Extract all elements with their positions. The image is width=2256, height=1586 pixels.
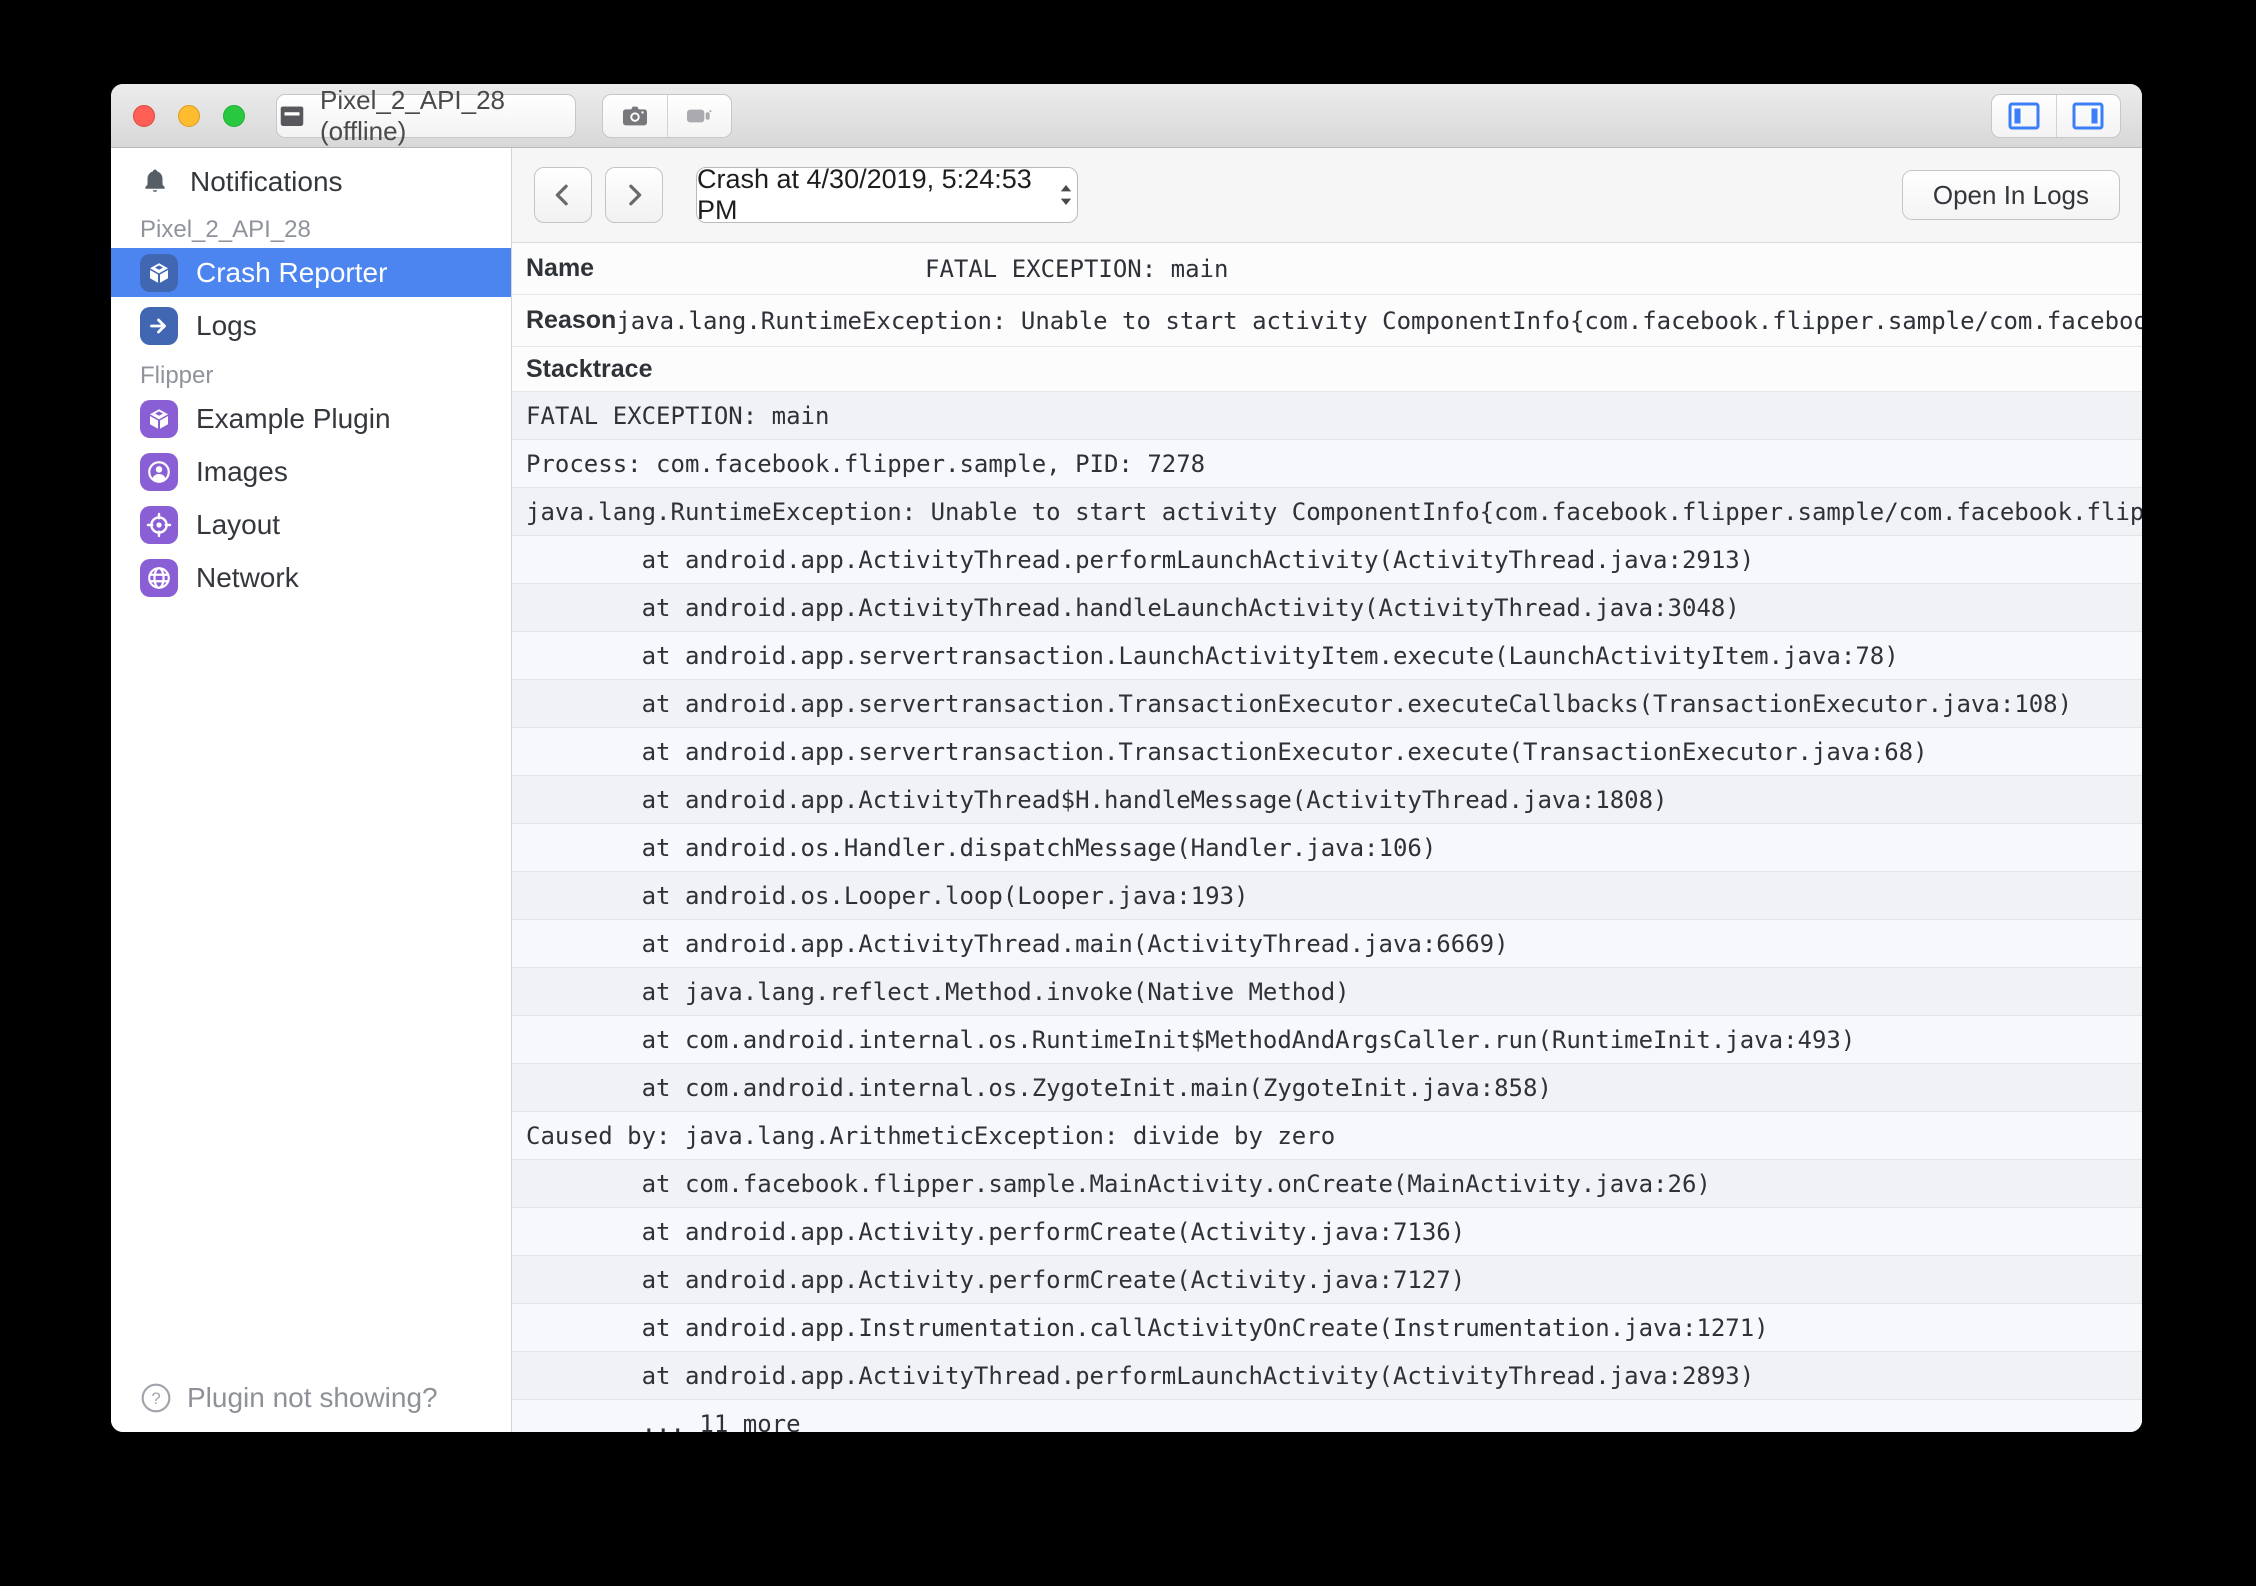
- crash-reporter-pane: Crash at 4/30/2019, 5:24:53 PM Open In L…: [512, 148, 2142, 1432]
- archive-box-icon: [277, 101, 307, 131]
- sidebar-item-label: Layout: [196, 509, 280, 541]
- stacktrace-line: ... 11 more: [512, 1400, 2142, 1432]
- plugin-help-link[interactable]: ? Plugin not showing?: [111, 1382, 511, 1414]
- stacktrace-line: at android.app.servertransaction.Transac…: [512, 728, 2142, 776]
- sidebar-item-label: Logs: [196, 310, 257, 342]
- stacktrace-line: at android.app.ActivityThread$H.handleMe…: [512, 776, 2142, 824]
- stacktrace-line: at android.app.ActivityThread.main(Activ…: [512, 920, 2142, 968]
- sidebar-item-crash-reporter[interactable]: Crash Reporter: [111, 248, 511, 297]
- field-row-name: Name FATAL EXCEPTION: main: [512, 243, 2142, 295]
- panel-right-icon: [2071, 101, 2105, 131]
- stacktrace-line: at android.os.Looper.loop(Looper.java:19…: [512, 872, 2142, 920]
- crash-toolbar: Crash at 4/30/2019, 5:24:53 PM Open In L…: [512, 148, 2142, 243]
- field-label-reason: Reason: [526, 306, 616, 335]
- crash-details: Name FATAL EXCEPTION: main Reason java.l…: [512, 243, 2142, 1432]
- stacktrace-line: at com.facebook.flipper.sample.MainActiv…: [512, 1160, 2142, 1208]
- window-content: Notifications Pixel_2_API_28 Crash Repor…: [111, 148, 2142, 1432]
- sidebar-item-label: Crash Reporter: [196, 257, 387, 289]
- screenshot-button[interactable]: [603, 95, 667, 137]
- field-label-stacktrace: Stacktrace: [526, 355, 652, 384]
- previous-crash-button[interactable]: [534, 167, 592, 223]
- traffic-lights: [111, 105, 245, 127]
- screen-record-button[interactable]: [667, 95, 732, 137]
- stacktrace-line: at android.app.servertransaction.LaunchA…: [512, 632, 2142, 680]
- open-in-logs-label: Open In Logs: [1933, 180, 2089, 211]
- sidebar-item-label: Example Plugin: [196, 403, 391, 435]
- sidebar-item-label: Network: [196, 562, 299, 594]
- stacktrace-line: at android.app.ActivityThread.handleLaun…: [512, 584, 2142, 632]
- field-label-name: Name: [526, 254, 594, 283]
- stacktrace-line: at android.os.Handler.dispatchMessage(Ha…: [512, 824, 2142, 872]
- stacktrace-line: at com.android.internal.os.RuntimeInit$M…: [512, 1016, 2142, 1064]
- sidebar-toggle-group: [1991, 94, 2121, 138]
- crash-selector-dropdown[interactable]: Crash at 4/30/2019, 5:24:53 PM: [696, 167, 1078, 223]
- sidebar-item-network[interactable]: Network: [111, 553, 511, 602]
- sidebar: Notifications Pixel_2_API_28 Crash Repor…: [111, 148, 512, 1432]
- field-row-reason: Reason java.lang.RuntimeException: Unabl…: [512, 295, 2142, 347]
- chevron-left-icon: [548, 180, 578, 210]
- toggle-left-sidebar-button[interactable]: [1992, 95, 2056, 137]
- sidebar-item-example-plugin[interactable]: Example Plugin: [111, 394, 511, 443]
- sidebar-section-device: Pixel_2_API_28: [111, 216, 511, 244]
- sidebar-item-images[interactable]: Images: [111, 447, 511, 496]
- crash-selector-value: Crash at 4/30/2019, 5:24:53 PM: [697, 164, 1045, 226]
- titlebar: Pixel_2_API_28 (offline): [111, 84, 2142, 148]
- stacktrace-line: at android.app.ActivityThread.performLau…: [512, 536, 2142, 584]
- zoom-button[interactable]: [223, 105, 245, 127]
- stacktrace-line: at android.app.Instrumentation.callActiv…: [512, 1304, 2142, 1352]
- help-circle-icon: ?: [140, 1382, 172, 1414]
- capture-button-group: [602, 94, 732, 138]
- next-crash-button[interactable]: [605, 167, 663, 223]
- stacktrace-line: at android.app.Activity.performCreate(Ac…: [512, 1208, 2142, 1256]
- stacktrace-line: Caused by: java.lang.ArithmeticException…: [512, 1112, 2142, 1160]
- stacktrace-line: Process: com.facebook.flipper.sample, PI…: [512, 440, 2142, 488]
- video-camera-icon: [683, 100, 715, 132]
- stacktrace-line: FATAL EXCEPTION: main: [512, 392, 2142, 440]
- flipper-window: Pixel_2_API_28 (offline): [111, 84, 2142, 1432]
- stacktrace-line: at android.app.servertransaction.Transac…: [512, 680, 2142, 728]
- open-in-logs-button[interactable]: Open In Logs: [1902, 170, 2120, 220]
- close-button[interactable]: [133, 105, 155, 127]
- minimize-button[interactable]: [178, 105, 200, 127]
- stacktrace-line: at android.app.ActivityThread.performLau…: [512, 1352, 2142, 1400]
- globe-icon: [140, 559, 178, 597]
- bell-icon: [140, 167, 170, 197]
- camera-icon: [619, 100, 651, 132]
- cube-icon: [140, 254, 178, 292]
- arrow-right-icon: [140, 307, 178, 345]
- stacktrace-line: java.lang.RuntimeException: Unable to st…: [512, 488, 2142, 536]
- stacktrace-line: at android.app.Activity.performCreate(Ac…: [512, 1256, 2142, 1304]
- device-selector-button[interactable]: Pixel_2_API_28 (offline): [276, 94, 576, 138]
- svg-text:?: ?: [151, 1389, 160, 1408]
- plugin-help-label: Plugin not showing?: [187, 1382, 438, 1414]
- device-selector-label: Pixel_2_API_28 (offline): [320, 85, 575, 147]
- sidebar-item-logs[interactable]: Logs: [111, 301, 511, 350]
- stacktrace-line: at java.lang.reflect.Method.invoke(Nativ…: [512, 968, 2142, 1016]
- cube-icon: [140, 400, 178, 438]
- target-icon: [140, 506, 178, 544]
- stacktrace-section: FATAL EXCEPTION: main Process: com.faceb…: [512, 392, 2142, 1432]
- field-value-name: FATAL EXCEPTION: main: [925, 243, 1228, 295]
- field-row-stacktrace: Stacktrace: [512, 347, 2142, 392]
- user-circle-icon: [140, 453, 178, 491]
- field-value-reason: java.lang.RuntimeException: Unable to st…: [616, 307, 2142, 335]
- select-arrows-icon: [1055, 180, 1077, 210]
- stacktrace-line: at com.android.internal.os.ZygoteInit.ma…: [512, 1064, 2142, 1112]
- sidebar-item-notifications[interactable]: Notifications: [111, 160, 511, 204]
- chevron-right-icon: [619, 180, 649, 210]
- sidebar-section-flipper: Flipper: [111, 362, 511, 390]
- sidebar-item-layout[interactable]: Layout: [111, 500, 511, 549]
- panel-left-icon: [2007, 101, 2041, 131]
- sidebar-item-label: Images: [196, 456, 288, 488]
- toggle-right-sidebar-button[interactable]: [2056, 95, 2121, 137]
- sidebar-item-label: Notifications: [190, 166, 343, 198]
